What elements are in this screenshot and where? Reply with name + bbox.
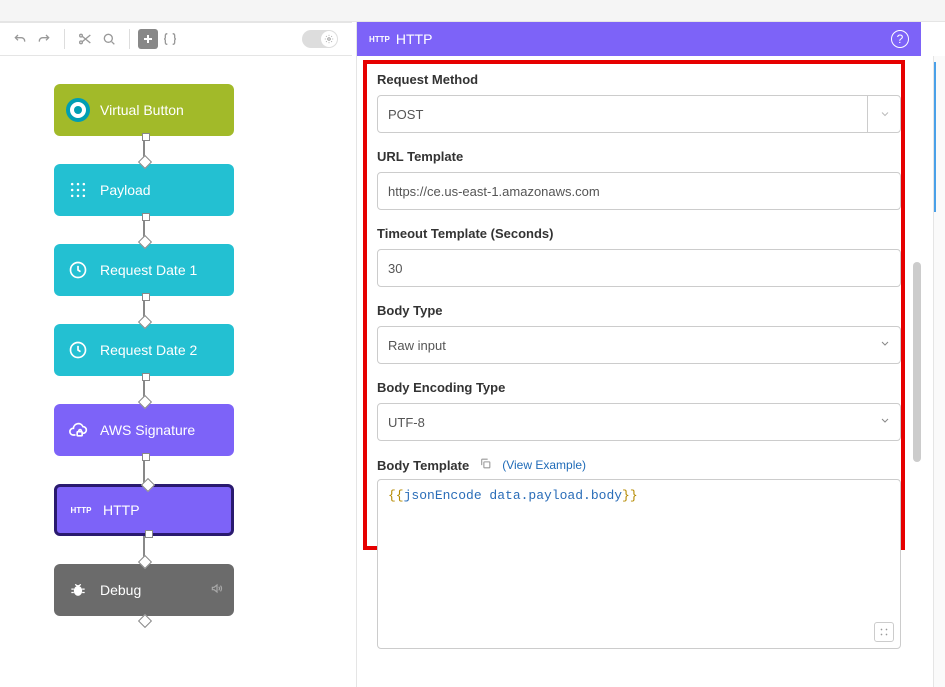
virtual-button-icon — [66, 98, 90, 122]
add-node-button[interactable] — [138, 29, 158, 49]
node-label: HTTP — [103, 502, 140, 518]
right-rail-tab[interactable] — [934, 62, 945, 212]
clock-icon — [66, 338, 90, 362]
body-type-label: Body Type — [377, 303, 901, 318]
body-encoding-value: UTF-8 — [388, 415, 425, 430]
body-template-label: Body Template — [377, 458, 469, 473]
toolbar-divider — [129, 29, 130, 49]
expand-button[interactable] — [874, 622, 894, 642]
panel-scrollbar[interactable] — [913, 262, 921, 462]
code-identifier: jsonEncode data.payload.body — [404, 488, 622, 503]
node-label: Debug — [100, 582, 141, 598]
mode-toggle[interactable] — [302, 30, 338, 48]
canvas-toolbar — [0, 22, 352, 56]
code-braces-button[interactable] — [158, 27, 182, 51]
code-brace-open: {{ — [388, 488, 404, 503]
http-icon: HTTP — [69, 498, 93, 522]
timeout-input[interactable] — [377, 249, 901, 287]
code-brace-close: }} — [622, 488, 638, 503]
cut-button[interactable] — [73, 27, 97, 51]
body-encoding-select[interactable]: UTF-8 — [377, 403, 901, 441]
port-out-diamond[interactable] — [138, 614, 152, 628]
chevron-down-icon — [879, 415, 891, 430]
workflow-flow: Virtual Button Payload Request Date 1 — [54, 84, 234, 644]
node-http[interactable]: HTTP HTTP — [54, 484, 234, 536]
chevron-down-icon — [879, 338, 891, 353]
port-in[interactable] — [138, 555, 152, 569]
http-tag-icon: HTTP — [369, 35, 390, 44]
redo-button[interactable] — [32, 27, 56, 51]
body-type-value: Raw input — [388, 338, 446, 353]
bug-icon — [66, 578, 90, 602]
url-template-label: URL Template — [377, 149, 901, 164]
node-label: Request Date 1 — [100, 262, 197, 278]
gear-icon — [321, 31, 337, 47]
body-encoding-group: Body Encoding Type UTF-8 — [377, 380, 901, 441]
url-template-input[interactable] — [377, 172, 901, 210]
grid-icon — [66, 178, 90, 202]
node-label: AWS Signature — [100, 422, 195, 438]
node-label: Request Date 2 — [100, 342, 197, 358]
undo-button[interactable] — [8, 27, 32, 51]
port-in[interactable] — [138, 395, 152, 409]
port-out[interactable] — [142, 373, 150, 381]
node-payload[interactable]: Payload — [54, 164, 234, 216]
copy-button[interactable] — [479, 457, 492, 473]
body-encoding-label: Body Encoding Type — [377, 380, 901, 395]
port-out[interactable] — [142, 453, 150, 461]
panel-body: Request Method POST URL Template Timeout… — [357, 56, 921, 687]
port-in[interactable] — [138, 235, 152, 249]
sound-icon — [210, 582, 224, 599]
port-in[interactable] — [138, 155, 152, 169]
panel-title: HTTP — [396, 31, 433, 47]
cloud-lock-icon — [66, 418, 90, 442]
body-template-editor[interactable]: {{jsonEncode data.payload.body}} — [377, 479, 901, 649]
node-label: Virtual Button — [100, 102, 184, 118]
node-request-date-2[interactable]: Request Date 2 — [54, 324, 234, 376]
http-config-panel: HTTP HTTP ? Request Method POST URL Temp… — [356, 22, 921, 687]
chevron-down-icon — [867, 95, 901, 133]
view-example-link[interactable]: (View Example) — [502, 458, 586, 472]
window-top-strip — [0, 0, 945, 22]
body-type-select[interactable]: Raw input — [377, 326, 901, 364]
node-aws-signature[interactable]: AWS Signature — [54, 404, 234, 456]
node-label: Payload — [100, 182, 151, 198]
panel-header: HTTP HTTP ? — [357, 22, 921, 56]
url-template-group: URL Template — [377, 149, 901, 210]
body-template-group: Body Template (View Example) {{jsonEncod… — [377, 457, 901, 649]
port-in[interactable] — [138, 315, 152, 329]
timeout-group: Timeout Template (Seconds) — [377, 226, 901, 287]
workflow-canvas[interactable]: Virtual Button Payload Request Date 1 — [0, 56, 352, 687]
timeout-label: Timeout Template (Seconds) — [377, 226, 901, 241]
request-method-label: Request Method — [377, 72, 901, 87]
toolbar-divider — [64, 29, 65, 49]
clock-icon — [66, 258, 90, 282]
body-type-group: Body Type Raw input — [377, 303, 901, 364]
node-virtual-button[interactable]: Virtual Button — [54, 84, 234, 136]
right-rail — [933, 56, 945, 687]
node-debug[interactable]: Debug — [54, 564, 234, 616]
node-request-date-1[interactable]: Request Date 1 — [54, 244, 234, 296]
port-out[interactable] — [145, 530, 153, 538]
port-out[interactable] — [142, 133, 150, 141]
zoom-button[interactable] — [97, 27, 121, 51]
help-button[interactable]: ? — [891, 30, 909, 48]
request-method-value: POST — [388, 107, 423, 122]
request-method-select[interactable]: POST — [377, 95, 901, 133]
port-out[interactable] — [142, 213, 150, 221]
request-method-group: Request Method POST — [377, 72, 901, 133]
port-out[interactable] — [142, 293, 150, 301]
